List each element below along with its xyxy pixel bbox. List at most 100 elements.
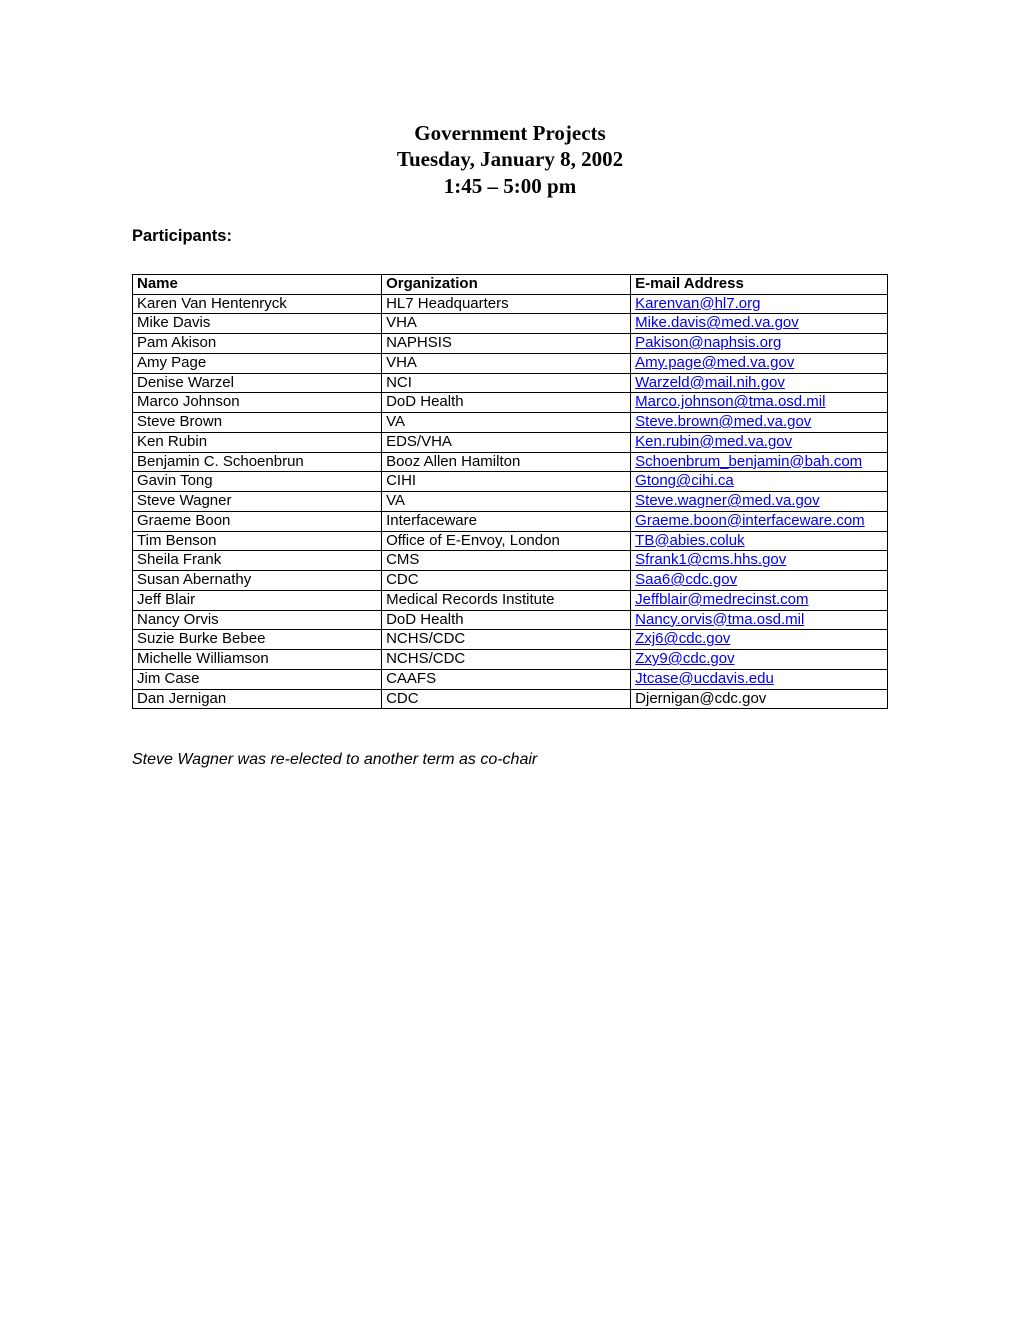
participant-name: Steve Brown	[133, 413, 382, 433]
participant-email-link[interactable]: Mike.davis@med.va.gov	[635, 314, 799, 331]
participant-email-link[interactable]: TB@abies.coluk	[635, 532, 744, 549]
participant-email-link[interactable]: Graeme.boon@interfaceware.com	[635, 512, 865, 529]
participant-email-cell: Warzeld@mail.nih.gov	[631, 373, 888, 393]
participant-org: NCHS/CDC	[382, 630, 631, 650]
table-row: Benjamin C. SchoenbrunBooz Allen Hamilto…	[133, 452, 888, 472]
table-row: Dan JerniganCDCDjernigan@cdc.gov	[133, 689, 888, 709]
participant-name: Gavin Tong	[133, 472, 382, 492]
participant-email-link[interactable]: Nancy.orvis@tma.osd.mil	[635, 611, 804, 628]
participant-email-cell: Jtcase@ucdavis.edu	[631, 669, 888, 689]
participant-org: Office of E-Envoy, London	[382, 531, 631, 551]
participant-org: VHA	[382, 314, 631, 334]
participant-org: NCHS/CDC	[382, 650, 631, 670]
participant-org: CDC	[382, 689, 631, 709]
participant-org: CIHI	[382, 472, 631, 492]
col-org: Organization	[382, 274, 631, 294]
participant-name: Sheila Frank	[133, 551, 382, 571]
participant-email-cell: Zxy9@cdc.gov	[631, 650, 888, 670]
participant-name: Amy Page	[133, 353, 382, 373]
participant-email-link[interactable]: Jtcase@ucdavis.edu	[635, 670, 774, 687]
participant-org: Booz Allen Hamilton	[382, 452, 631, 472]
participant-name: Karen Van Hentenryck	[133, 294, 382, 314]
table-row: Amy PageVHAAmy.page@med.va.gov	[133, 353, 888, 373]
table-row: Nancy OrvisDoD HealthNancy.orvis@tma.osd…	[133, 610, 888, 630]
participant-name: Benjamin C. Schoenbrun	[133, 452, 382, 472]
participant-email-link[interactable]: Amy.page@med.va.gov	[635, 354, 794, 371]
participant-org: NAPHSIS	[382, 334, 631, 354]
participant-email-cell: Saa6@cdc.gov	[631, 571, 888, 591]
participant-email-cell: Steve.wagner@med.va.gov	[631, 492, 888, 512]
table-row: Suzie Burke BebeeNCHS/CDCZxj6@cdc.gov	[133, 630, 888, 650]
participant-email-link[interactable]: Gtong@cihi.ca	[635, 472, 734, 489]
participant-email-link[interactable]: Schoenbrum_benjamin@bah.com	[635, 453, 862, 470]
table-row: Pam AkisonNAPHSISPakison@naphsis.org	[133, 334, 888, 354]
participant-email-link[interactable]: Karenvan@hl7.org	[635, 295, 760, 312]
table-row: Jeff BlairMedical Records InstituteJeffb…	[133, 590, 888, 610]
table-row: Karen Van HentenryckHL7 HeadquartersKare…	[133, 294, 888, 314]
document-header: Government Projects Tuesday, January 8, …	[132, 120, 888, 199]
participant-org: VA	[382, 492, 631, 512]
participant-org: CDC	[382, 571, 631, 591]
participant-org: VA	[382, 413, 631, 433]
participant-email-cell: Graeme.boon@interfaceware.com	[631, 511, 888, 531]
participant-email-cell: Zxj6@cdc.gov	[631, 630, 888, 650]
participant-email-cell: Jeffblair@medrecinst.com	[631, 590, 888, 610]
participant-org: CAAFS	[382, 669, 631, 689]
table-row: Ken RubinEDS/VHAKen.rubin@med.va.gov	[133, 432, 888, 452]
participant-org: DoD Health	[382, 393, 631, 413]
table-row: Denise WarzelNCIWarzeld@mail.nih.gov	[133, 373, 888, 393]
table-header-row: Name Organization E-mail Address	[133, 274, 888, 294]
participant-email-cell: Nancy.orvis@tma.osd.mil	[631, 610, 888, 630]
participant-org: EDS/VHA	[382, 432, 631, 452]
participant-email-cell: Mike.davis@med.va.gov	[631, 314, 888, 334]
table-row: Susan AbernathyCDCSaa6@cdc.gov	[133, 571, 888, 591]
participant-email-link[interactable]: Marco.johnson@tma.osd.mil	[635, 393, 825, 410]
participant-org: Medical Records Institute	[382, 590, 631, 610]
participant-email-link[interactable]: Steve.wagner@med.va.gov	[635, 492, 820, 509]
participant-email-link[interactable]: Zxj6@cdc.gov	[635, 630, 730, 647]
table-row: Mike DavisVHAMike.davis@med.va.gov	[133, 314, 888, 334]
participant-name: Marco Johnson	[133, 393, 382, 413]
participant-email-cell: Djernigan@cdc.gov	[631, 689, 888, 709]
participant-name: Mike Davis	[133, 314, 382, 334]
participants-table: Name Organization E-mail Address Karen V…	[132, 274, 888, 710]
table-row: Sheila FrankCMSSfrank1@cms.hhs.gov	[133, 551, 888, 571]
participant-email-cell: Karenvan@hl7.org	[631, 294, 888, 314]
participant-name: Suzie Burke Bebee	[133, 630, 382, 650]
participant-name: Nancy Orvis	[133, 610, 382, 630]
participant-name: Jeff Blair	[133, 590, 382, 610]
table-row: Steve BrownVASteve.brown@med.va.gov	[133, 413, 888, 433]
table-row: Tim BensonOffice of E-Envoy, LondonTB@ab…	[133, 531, 888, 551]
doc-time: 1:45 – 5:00 pm	[132, 173, 888, 199]
participant-email-cell: Marco.johnson@tma.osd.mil	[631, 393, 888, 413]
doc-title: Government Projects	[132, 120, 888, 146]
participant-name: Steve Wagner	[133, 492, 382, 512]
participant-name: Denise Warzel	[133, 373, 382, 393]
participant-name: Dan Jernigan	[133, 689, 382, 709]
table-row: Marco JohnsonDoD HealthMarco.johnson@tma…	[133, 393, 888, 413]
participant-email-link[interactable]: Pakison@naphsis.org	[635, 334, 781, 351]
participant-email-cell: Sfrank1@cms.hhs.gov	[631, 551, 888, 571]
participant-email-link[interactable]: Saa6@cdc.gov	[635, 571, 737, 588]
participant-org: CMS	[382, 551, 631, 571]
participant-email-link[interactable]: Jeffblair@medrecinst.com	[635, 591, 808, 608]
participant-email-link[interactable]: Ken.rubin@med.va.gov	[635, 433, 792, 450]
table-row: Michelle WilliamsonNCHS/CDCZxy9@cdc.gov	[133, 650, 888, 670]
participant-name: Ken Rubin	[133, 432, 382, 452]
participant-email-cell: Steve.brown@med.va.gov	[631, 413, 888, 433]
participant-email-link[interactable]: Steve.brown@med.va.gov	[635, 413, 811, 430]
participant-email-text: Djernigan@cdc.gov	[635, 690, 766, 707]
doc-date: Tuesday, January 8, 2002	[132, 146, 888, 172]
participant-org: HL7 Headquarters	[382, 294, 631, 314]
participant-email-cell: Amy.page@med.va.gov	[631, 353, 888, 373]
participant-email-link[interactable]: Zxy9@cdc.gov	[635, 650, 734, 667]
participant-email-cell: Gtong@cihi.ca	[631, 472, 888, 492]
participant-email-link[interactable]: Sfrank1@cms.hhs.gov	[635, 551, 786, 568]
participant-email-cell: Pakison@naphsis.org	[631, 334, 888, 354]
participant-email-cell: TB@abies.coluk	[631, 531, 888, 551]
participant-email-link[interactable]: Warzeld@mail.nih.gov	[635, 374, 785, 391]
participants-label: Participants:	[132, 227, 888, 246]
participant-name: Michelle Williamson	[133, 650, 382, 670]
participant-name: Graeme Boon	[133, 511, 382, 531]
table-row: Graeme BoonInterfacewareGraeme.boon@inte…	[133, 511, 888, 531]
